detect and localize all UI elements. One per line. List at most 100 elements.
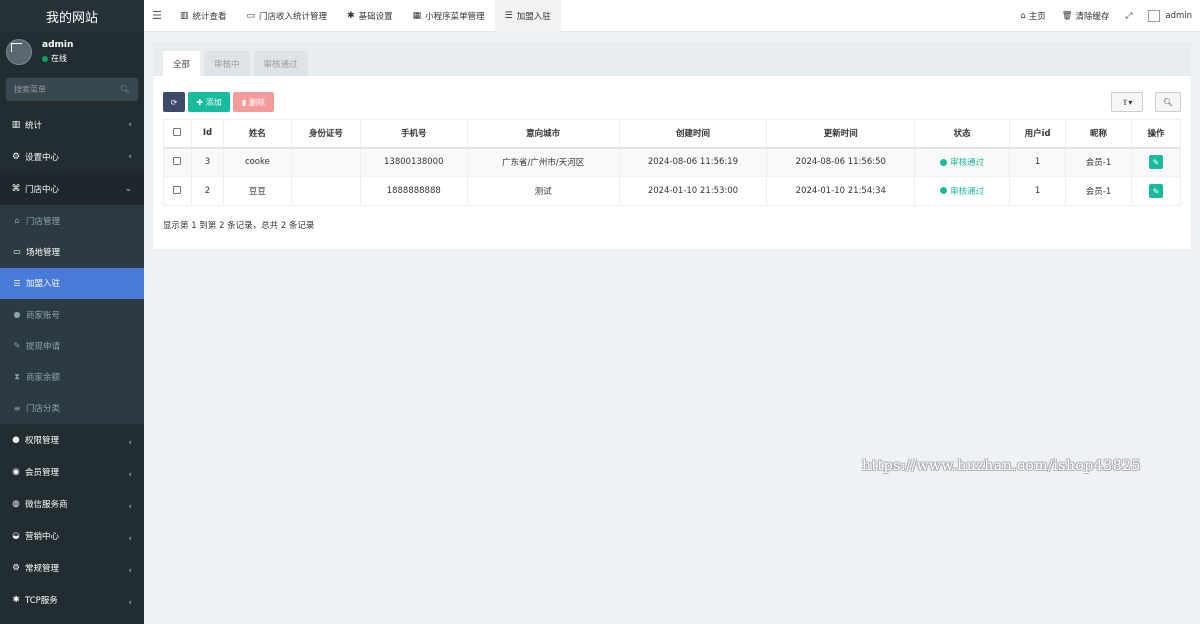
trash-icon: 🗑︎ bbox=[1061, 10, 1073, 21]
sidebar-item-stats[interactable]: ▥ 统计 ‹ bbox=[0, 109, 144, 141]
sidebar-item-store-center[interactable]: ⌘ 门店中心 ⌄ bbox=[0, 173, 144, 205]
add-button[interactable]: ✚ 添加 bbox=[188, 92, 230, 112]
sidebar-item-store-category[interactable]: ≡ 门店分类 bbox=[0, 393, 144, 424]
franchise-table: Id 姓名 身份证号 手机号 意向城市 创建时间 更新时间 状态 用户id 昵称… bbox=[163, 119, 1182, 206]
cogs-icon: ⚙ bbox=[12, 563, 20, 574]
menu-toggle-icon[interactable]: ☰ bbox=[144, 9, 170, 22]
delete-button[interactable]: ▮ 删除 bbox=[233, 92, 274, 112]
cell-nick: 会员-1 bbox=[1065, 147, 1132, 177]
sidebar-item-wechat[interactable]: ◍ 微信服务商 ‹ bbox=[0, 488, 144, 520]
menu-search-input[interactable]: 搜索菜单 🔍︎ bbox=[6, 78, 138, 101]
col-header[interactable]: 身份证号 bbox=[290, 119, 361, 149]
tab-approved[interactable]: 审核通过 bbox=[253, 51, 308, 76]
sidebar-item-settings[interactable]: ⚙ 设置中心 ‹ bbox=[0, 141, 144, 173]
cell-updated: 2024-01-10 21:54:34 bbox=[766, 176, 916, 206]
online-dot-icon bbox=[42, 55, 48, 62]
col-header[interactable]: Id bbox=[190, 119, 224, 149]
tab-reviewing[interactable]: 审核中 bbox=[204, 51, 250, 76]
search-icon[interactable]: 🔍︎ bbox=[120, 85, 130, 94]
asterisk-icon: ✱ bbox=[12, 595, 20, 606]
col-header[interactable]: 创建时间 bbox=[618, 119, 768, 149]
sidebar-item-members[interactable]: ◉ 会员管理 ‹ bbox=[0, 456, 144, 488]
tab-store-income[interactable]: ▭ 门店收入统计管理 bbox=[237, 0, 338, 32]
tab-basic-settings[interactable]: ✱ 基础设置 bbox=[337, 0, 403, 32]
col-header[interactable]: 手机号 bbox=[359, 119, 468, 149]
refresh-button[interactable]: ⟳ bbox=[163, 92, 185, 112]
cell-phone: 13800138000 bbox=[359, 147, 468, 177]
refresh-icon: ⟳ bbox=[170, 97, 178, 107]
col-header[interactable]: 用户id bbox=[1009, 119, 1067, 149]
edit-icon: ✎ bbox=[13, 341, 21, 351]
table-row[interactable]: 3 cooke 13800138000 广东省/广州市/天河区 2024-08-… bbox=[163, 147, 1182, 177]
tab-stats-view[interactable]: ▥ 统计查看 bbox=[170, 0, 237, 32]
cell-id: 3 bbox=[190, 147, 224, 177]
avatar bbox=[6, 39, 32, 65]
laptop-icon: ▭ bbox=[13, 247, 21, 257]
edit-button[interactable]: ✎ bbox=[1148, 155, 1163, 170]
admin-menu[interactable]: admin bbox=[1140, 9, 1200, 22]
cell-nick: 会员-1 bbox=[1065, 176, 1132, 206]
chevron-left-icon: ‹ bbox=[128, 534, 132, 545]
chevron-left-icon: ‹ bbox=[128, 566, 132, 577]
tab-all[interactable]: 全部 bbox=[163, 51, 201, 76]
store-submenu: ⌂ 门店管理 ▭ 场地管理 ☰ 加盟入驻 ● 商家账号 ✎ 提现申请 ⧗ 商家余额 ≡ 门店分… bbox=[0, 205, 144, 425]
list-alt-icon: ☰ bbox=[504, 10, 513, 21]
col-header[interactable]: 状态 bbox=[914, 119, 1011, 149]
select-all-cell bbox=[163, 119, 192, 149]
sidebar-item-venue-manage[interactable]: ▭ 场地管理 bbox=[0, 236, 144, 267]
cell-name: 豆豆 bbox=[222, 176, 292, 206]
user-panel: admin 在线 bbox=[0, 32, 144, 72]
home-icon: ⌂ bbox=[1020, 10, 1026, 21]
wechat-icon: ◍ bbox=[12, 499, 20, 510]
cell-city: 广东省/广州市/天河区 bbox=[466, 147, 620, 177]
chevron-left-icon: ‹ bbox=[128, 598, 132, 609]
sidebar-item-merchant-account[interactable]: ● 商家账号 bbox=[0, 299, 144, 330]
sidebar-item-marketing[interactable]: ◒ 营销中心 ‹ bbox=[0, 520, 144, 552]
edit-button[interactable]: ✎ bbox=[1148, 184, 1163, 198]
sidebar-item-permissions[interactable]: ● 权限管理 ‹ bbox=[0, 424, 144, 456]
status-badge[interactable]: 审核通过 bbox=[940, 185, 984, 197]
chevron-left-icon: ‹ bbox=[128, 438, 132, 449]
col-header[interactable]: 昵称 bbox=[1065, 119, 1132, 149]
search-button[interactable]: 🔍︎ bbox=[1155, 92, 1181, 112]
home-link[interactable]: ⌂ 主页 bbox=[1012, 10, 1053, 22]
sidebar-item-withdraw[interactable]: ✎ 提现申请 bbox=[0, 330, 144, 361]
sidebar-item-tcp[interactable]: ✱ TCP服务 ‹ bbox=[0, 584, 144, 616]
status-badge[interactable]: 审核通过 bbox=[940, 156, 984, 168]
sidebar-item-general[interactable]: ⚙ 常规管理 ‹ bbox=[0, 552, 144, 584]
tab-franchise[interactable]: ☰ 加盟入驻 bbox=[494, 0, 561, 32]
select-all-checkbox[interactable] bbox=[173, 127, 182, 136]
row-checkbox[interactable] bbox=[173, 185, 182, 194]
user-status: 在线 bbox=[42, 53, 73, 64]
col-header[interactable]: 意向城市 bbox=[466, 119, 620, 149]
site-logo[interactable]: 我的网站 bbox=[0, 0, 144, 32]
col-header: 操作 bbox=[1130, 119, 1182, 149]
export-button[interactable]: ⇪ ▾ bbox=[1111, 92, 1143, 112]
th-large-icon: ▦ bbox=[412, 10, 422, 21]
user-circle-icon: ◉ bbox=[12, 467, 20, 478]
status-dot-icon bbox=[940, 158, 948, 166]
col-header[interactable]: 姓名 bbox=[222, 119, 292, 149]
car-icon: ◒ bbox=[12, 531, 20, 542]
row-checkbox[interactable] bbox=[173, 156, 182, 165]
tab-miniprogram-menu[interactable]: ▦ 小程序菜单管理 bbox=[403, 0, 495, 32]
trash-icon: ▮ bbox=[242, 97, 247, 107]
user-name: admin bbox=[42, 40, 74, 50]
area-chart-icon: ▥ bbox=[180, 10, 189, 21]
window-icon: ▭ bbox=[246, 10, 256, 21]
col-header[interactable]: 更新时间 bbox=[766, 119, 916, 149]
cell-actions: ✎ bbox=[1130, 147, 1182, 177]
cell-uid: 1 bbox=[1009, 147, 1067, 177]
sidebar-item-franchise[interactable]: ☰ 加盟入驻 bbox=[0, 267, 144, 299]
fullscreen-icon[interactable]: ⤢ bbox=[1118, 11, 1141, 21]
table-row[interactable]: 2 豆豆 1888888888 测试 2024-01-10 21:53:00 2… bbox=[163, 176, 1182, 206]
sidebar-item-store-manage[interactable]: ⌂ 门店管理 bbox=[0, 205, 144, 236]
clear-cache-button[interactable]: 🗑︎ 清除缓存 bbox=[1054, 10, 1118, 22]
group-icon: ● bbox=[12, 435, 20, 446]
table-toolbar: ⟳ ✚ 添加 ▮ 删除 ⇪ ▾ 🔍︎ bbox=[163, 92, 1181, 112]
cell-idcard bbox=[290, 147, 361, 177]
cell-updated: 2024-08-06 11:56:50 bbox=[766, 147, 916, 177]
caret-down-icon: ▾ bbox=[1128, 97, 1133, 107]
pagination-summary: 显示第 1 到第 2 条记录，总共 2 条记录 bbox=[163, 221, 315, 231]
sidebar-item-balance[interactable]: ⧗ 商家余额 bbox=[0, 361, 144, 392]
